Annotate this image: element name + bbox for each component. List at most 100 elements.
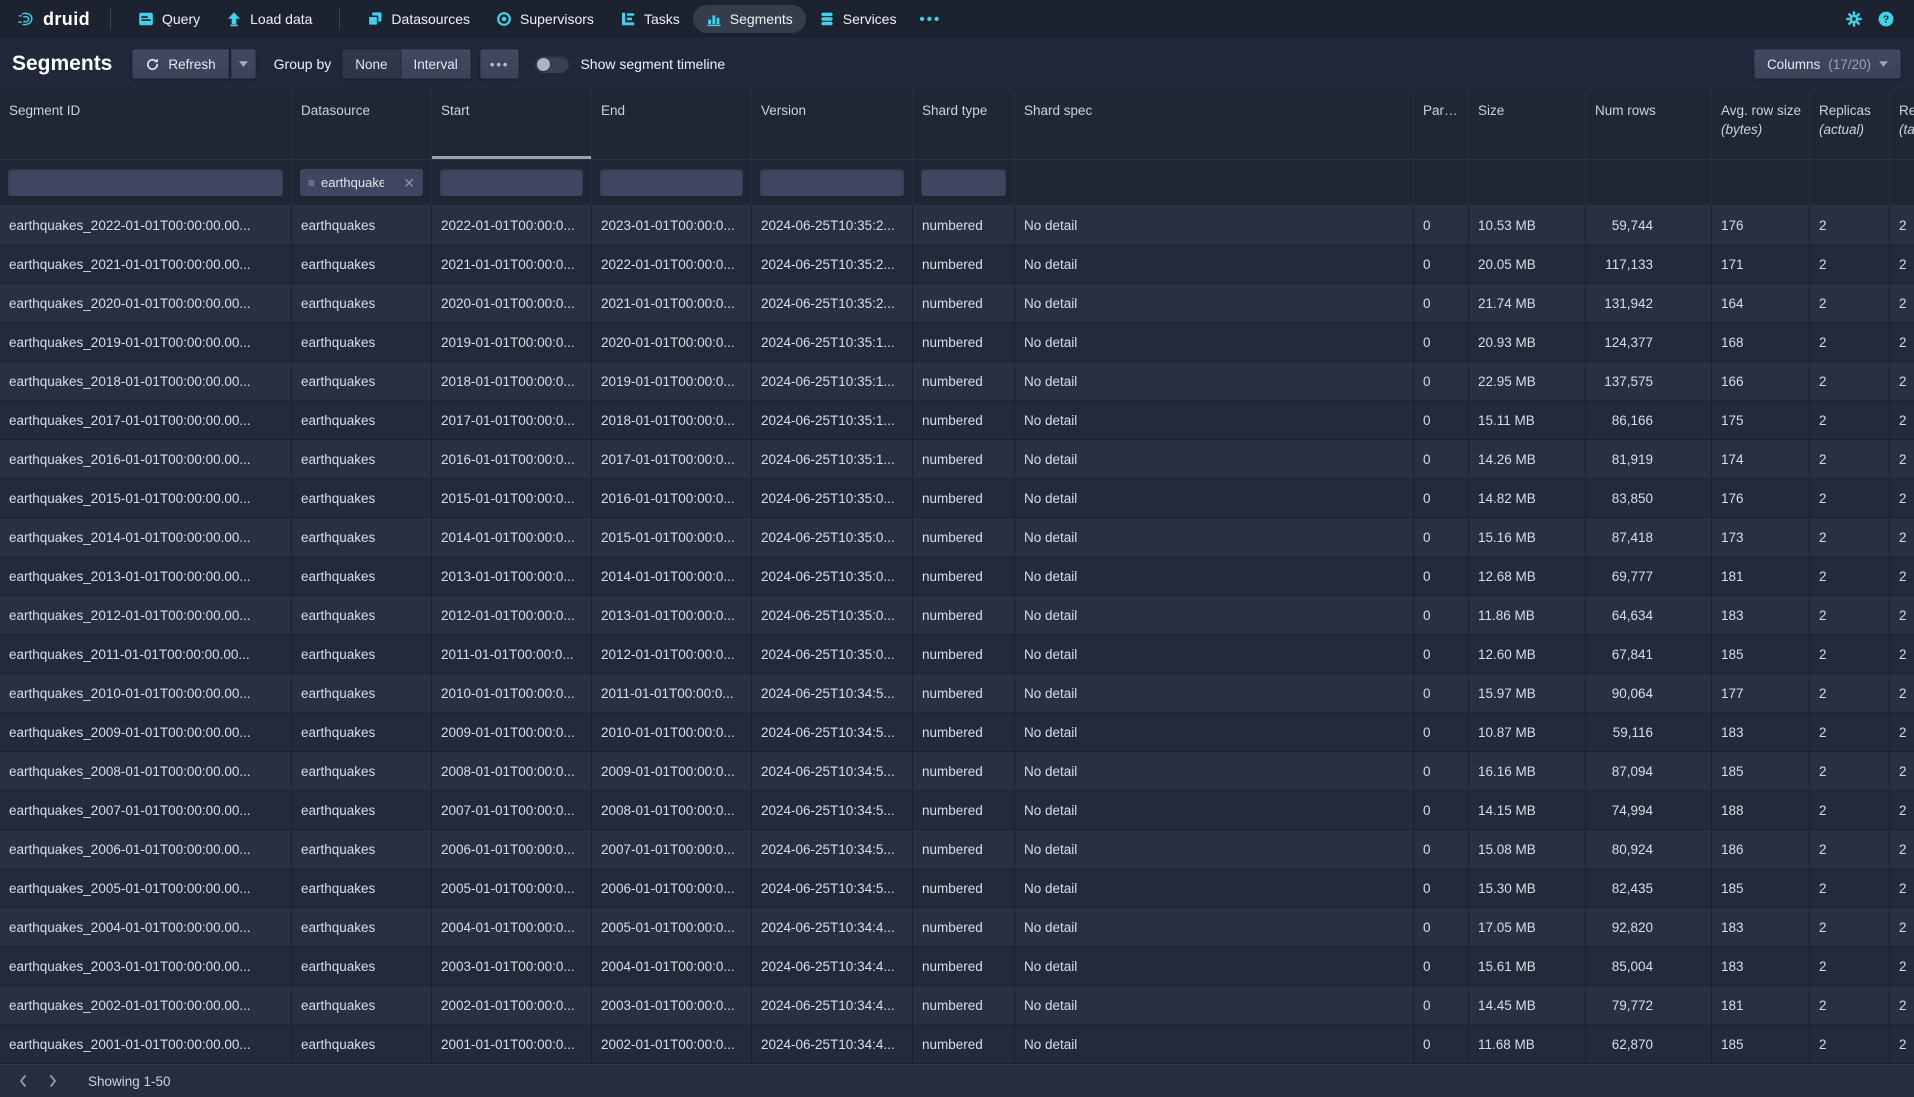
col-header-datasource[interactable]: Datasource bbox=[292, 90, 432, 159]
chevron-left-icon bbox=[17, 1074, 29, 1088]
segment-timeline-toggle[interactable] bbox=[535, 56, 569, 73]
cell-datasource: earthquakes bbox=[292, 284, 432, 323]
cell-shard-spec: No detail bbox=[1015, 635, 1414, 674]
cell-end: 2018-01-01T00:00:0... bbox=[592, 401, 752, 440]
cell-segment-id: earthquakes_2009-01-01T00:00:00.00... bbox=[0, 713, 292, 752]
filter-start-input[interactable] bbox=[440, 169, 583, 196]
cell-replicas: 2 bbox=[1810, 323, 1890, 362]
cell-replicas: 2 bbox=[1810, 557, 1890, 596]
col-header-replicas[interactable]: Replicas (actual) bbox=[1810, 90, 1890, 159]
nav-more-button[interactable]: ••• bbox=[909, 6, 951, 33]
cell-start: 2001-01-01T00:00:0... bbox=[432, 1025, 592, 1064]
col-header-replication-factor[interactable]: Replication factor (target) bbox=[1890, 90, 1914, 159]
col-header-shard-spec[interactable]: Shard spec bbox=[1015, 90, 1414, 159]
table-row[interactable]: earthquakes_2019-01-01T00:00:00.00... ea… bbox=[0, 323, 1914, 362]
datasource-filter-chip[interactable]: ≡ earthquakes ✕ bbox=[300, 169, 423, 196]
table-row[interactable]: earthquakes_2006-01-01T00:00:00.00... ea… bbox=[0, 830, 1914, 869]
remove-filter-icon[interactable]: ✕ bbox=[403, 176, 415, 190]
cell-start: 2020-01-01T00:00:0... bbox=[432, 284, 592, 323]
nav-item-supervisors[interactable]: Supervisors bbox=[483, 5, 607, 33]
cell-version: 2024-06-25T10:34:4... bbox=[752, 1025, 913, 1064]
table-row[interactable]: earthquakes_2001-01-01T00:00:00.00... ea… bbox=[0, 1025, 1914, 1064]
table-row[interactable]: earthquakes_2005-01-01T00:00:00.00... ea… bbox=[0, 869, 1914, 908]
cell-shard-spec: No detail bbox=[1015, 362, 1414, 401]
col-header-end[interactable]: End bbox=[592, 90, 752, 159]
cell-avg-row-size: 183 bbox=[1712, 596, 1810, 635]
cell-avg-row-size: 185 bbox=[1712, 635, 1810, 674]
table-row[interactable]: earthquakes_2013-01-01T00:00:00.00... ea… bbox=[0, 557, 1914, 596]
col-header-sublabel: (actual) bbox=[1819, 122, 1880, 137]
chevron-down-icon bbox=[1879, 61, 1888, 67]
refresh-menu-button[interactable] bbox=[231, 49, 256, 79]
toolbar-more-button[interactable]: ••• bbox=[480, 49, 520, 79]
col-header-segment-id[interactable]: Segment ID bbox=[0, 90, 292, 159]
table-row[interactable]: earthquakes_2020-01-01T00:00:00.00... ea… bbox=[0, 284, 1914, 323]
table-row[interactable]: earthquakes_2003-01-01T00:00:00.00... ea… bbox=[0, 947, 1914, 986]
table-row[interactable]: earthquakes_2014-01-01T00:00:00.00... ea… bbox=[0, 518, 1914, 557]
cell-shard-spec: No detail bbox=[1015, 908, 1414, 947]
cell-version: 2024-06-25T10:35:1... bbox=[752, 440, 913, 479]
table-row[interactable]: earthquakes_2021-01-01T00:00:00.00... ea… bbox=[0, 245, 1914, 284]
cell-shard-type: numbered bbox=[913, 908, 1015, 947]
cell-start: 2019-01-01T00:00:0... bbox=[432, 323, 592, 362]
table-row[interactable]: earthquakes_2010-01-01T00:00:00.00... ea… bbox=[0, 674, 1914, 713]
nav-item-tasks[interactable]: Tasks bbox=[607, 5, 693, 33]
filter-end-input[interactable] bbox=[600, 169, 743, 196]
filter-cell-shard-type bbox=[913, 160, 1015, 205]
col-header-start[interactable]: Start bbox=[432, 90, 592, 159]
table-row[interactable]: earthquakes_2016-01-01T00:00:00.00... ea… bbox=[0, 440, 1914, 479]
cell-start: 2012-01-01T00:00:0... bbox=[432, 596, 592, 635]
cell-avg-row-size: 176 bbox=[1712, 206, 1810, 245]
columns-button[interactable]: Columns (17/20) bbox=[1754, 49, 1901, 79]
cell-replication-factor: 2 bbox=[1890, 908, 1914, 947]
col-header-partition[interactable]: Partition bbox=[1414, 90, 1469, 159]
table-row[interactable]: earthquakes_2015-01-01T00:00:00.00... ea… bbox=[0, 479, 1914, 518]
cell-shard-spec: No detail bbox=[1015, 206, 1414, 245]
col-header-size[interactable]: Size bbox=[1469, 90, 1586, 159]
col-header-shard-type[interactable]: Shard type bbox=[913, 90, 1015, 159]
cell-num-rows: 81,919 bbox=[1586, 440, 1712, 479]
table-row[interactable]: earthquakes_2004-01-01T00:00:00.00... ea… bbox=[0, 908, 1914, 947]
gear-icon[interactable] bbox=[1846, 11, 1862, 27]
table-row[interactable]: earthquakes_2022-01-01T00:00:00.00... ea… bbox=[0, 206, 1914, 245]
cell-num-rows: 85,004 bbox=[1586, 947, 1712, 986]
nav-item-services[interactable]: Services bbox=[806, 5, 910, 33]
filter-version-input[interactable] bbox=[760, 169, 904, 196]
table-row[interactable]: earthquakes_2017-01-01T00:00:00.00... ea… bbox=[0, 401, 1914, 440]
col-header-avg-row-size[interactable]: Avg. row size (bytes) bbox=[1712, 90, 1810, 159]
col-header-version[interactable]: Version bbox=[752, 90, 913, 159]
help-icon[interactable]: ? bbox=[1878, 11, 1894, 27]
refresh-button[interactable]: Refresh bbox=[132, 49, 228, 79]
cell-avg-row-size: 186 bbox=[1712, 830, 1810, 869]
table-row[interactable]: earthquakes_2009-01-01T00:00:00.00... ea… bbox=[0, 713, 1914, 752]
nav-item-query[interactable]: Query bbox=[125, 5, 213, 33]
cell-num-rows: 67,841 bbox=[1586, 635, 1712, 674]
druid-logo[interactable]: druid bbox=[18, 9, 90, 30]
table-row[interactable]: earthquakes_2012-01-01T00:00:00.00... ea… bbox=[0, 596, 1914, 635]
cell-num-rows: 74,994 bbox=[1586, 791, 1712, 830]
nav-item-label: Datasources bbox=[391, 11, 470, 27]
table-row[interactable]: earthquakes_2008-01-01T00:00:00.00... ea… bbox=[0, 752, 1914, 791]
col-header-num-rows[interactable]: Num rows bbox=[1586, 90, 1712, 159]
group-by-none-button[interactable]: None bbox=[342, 49, 400, 79]
table-row[interactable]: earthquakes_2007-01-01T00:00:00.00... ea… bbox=[0, 791, 1914, 830]
filter-shard-type-input[interactable] bbox=[921, 169, 1006, 196]
cell-start: 2011-01-01T00:00:0... bbox=[432, 635, 592, 674]
table-row[interactable]: earthquakes_2011-01-01T00:00:00.00... ea… bbox=[0, 635, 1914, 674]
cell-replicas: 2 bbox=[1810, 518, 1890, 557]
cell-segment-id: earthquakes_2019-01-01T00:00:00.00... bbox=[0, 323, 292, 362]
nav-item-load-data[interactable]: Load data bbox=[213, 5, 325, 33]
cell-version: 2024-06-25T10:35:0... bbox=[752, 635, 913, 674]
prev-page-button[interactable] bbox=[8, 1068, 38, 1094]
filter-cell-start bbox=[432, 160, 592, 205]
table-row[interactable]: earthquakes_2002-01-01T00:00:00.00... ea… bbox=[0, 986, 1914, 1025]
cell-version: 2024-06-25T10:35:0... bbox=[752, 596, 913, 635]
group-by-interval-button[interactable]: Interval bbox=[401, 49, 471, 79]
table-row[interactable]: earthquakes_2018-01-01T00:00:00.00... ea… bbox=[0, 362, 1914, 401]
nav-item-datasources[interactable]: Datasources bbox=[354, 5, 483, 33]
nav-item-segments[interactable]: Segments bbox=[693, 5, 806, 33]
cell-replication-factor: 2 bbox=[1890, 596, 1914, 635]
filter-cell-empty bbox=[1586, 160, 1712, 205]
next-page-button[interactable] bbox=[38, 1068, 68, 1094]
filter-segment-id-input[interactable] bbox=[8, 169, 283, 196]
